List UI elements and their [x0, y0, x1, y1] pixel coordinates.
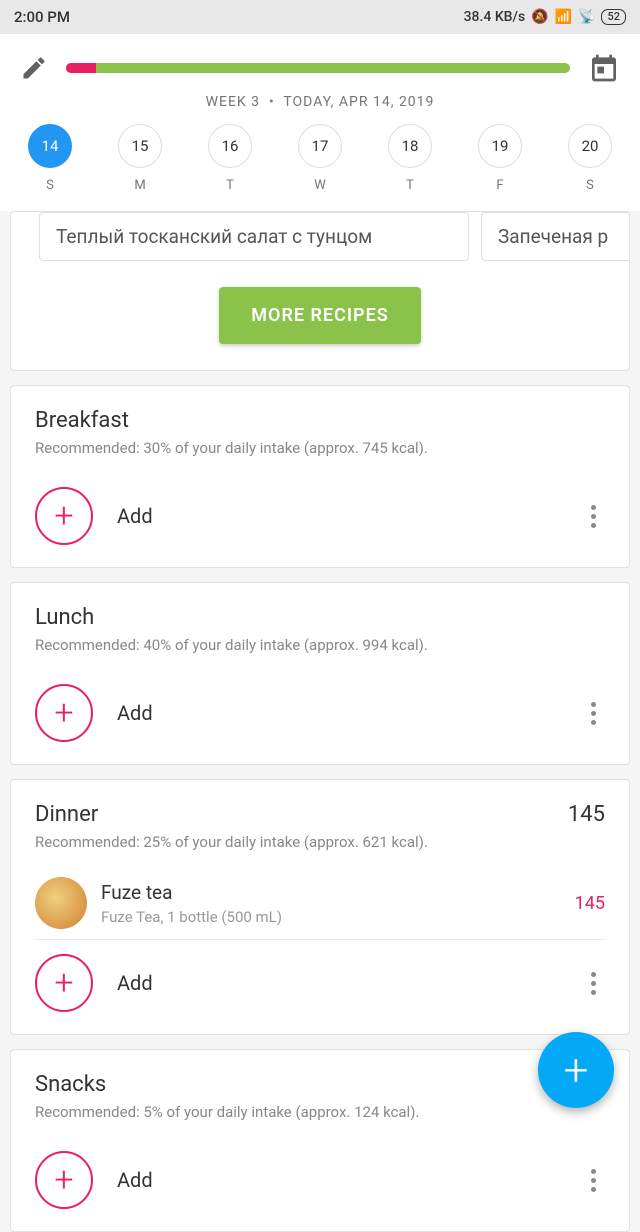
plus-icon: + [564, 1048, 589, 1092]
recipe-card[interactable]: Теплый тосканский салат с тунцом [39, 212, 469, 261]
food-name: Fuze tea [101, 881, 561, 904]
recipe-card[interactable]: Запеченая р [481, 212, 629, 261]
day-column[interactable]: 14 S [28, 124, 72, 193]
day-column[interactable]: 16 T [208, 124, 252, 193]
day-letter: T [406, 178, 414, 193]
more-options-icon[interactable] [581, 504, 605, 528]
food-row[interactable]: Fuze tea Fuze Tea, 1 bottle (500 mL) 145 [35, 867, 605, 940]
more-recipes-button[interactable]: MORE RECIPES [219, 287, 420, 344]
meal-title: Dinner [35, 802, 98, 827]
signal-icon: 📶 [555, 9, 572, 25]
recipe-section: Теплый тосканский салат с тунцомЗапечена… [10, 211, 630, 371]
meal-recommendation: Recommended: 30% of your daily intake (a… [35, 439, 605, 457]
day-letter: S [586, 178, 594, 193]
add-meal-button[interactable]: + [35, 487, 93, 545]
status-speed: 38.4 KB/s [464, 9, 526, 25]
day-circle[interactable]: 18 [388, 124, 432, 168]
add-label[interactable]: Add [117, 504, 557, 528]
recipe-cards[interactable]: Теплый тосканский салат с тунцомЗапечена… [11, 212, 629, 287]
calendar-icon[interactable] [588, 52, 620, 84]
day-circle[interactable]: 20 [568, 124, 612, 168]
add-meal-button[interactable]: + [35, 684, 93, 742]
meal-card: Lunch Recommended: 40% of your daily int… [10, 582, 630, 765]
meal-card: Snacks Recommended: 5% of your daily int… [10, 1049, 630, 1232]
food-kcal: 145 [575, 893, 605, 914]
day-circle[interactable]: 14 [28, 124, 72, 168]
add-label[interactable]: Add [117, 971, 557, 995]
day-circle[interactable]: 17 [298, 124, 342, 168]
day-letter: T [226, 178, 234, 193]
plus-icon: + [54, 1163, 73, 1197]
day-column[interactable]: 19 F [478, 124, 522, 193]
meal-recommendation: Recommended: 25% of your daily intake (a… [35, 833, 605, 851]
meal-title: Lunch [35, 605, 94, 630]
meal-title: Breakfast [35, 408, 129, 433]
day-column[interactable]: 15 M [118, 124, 162, 193]
week-text: WEEK 3 [206, 94, 260, 110]
edit-icon[interactable] [20, 54, 48, 82]
header: WEEK 3 • TODAY, APR 14, 2019 14 S 15 M 16 T 17… [0, 34, 640, 211]
day-circle[interactable]: 19 [478, 124, 522, 168]
meal-recommendation: Recommended: 40% of your daily intake (a… [35, 636, 605, 654]
date-text: TODAY, APR 14, 2019 [283, 94, 434, 110]
plus-icon: + [54, 966, 73, 1000]
food-thumb [35, 877, 87, 929]
add-meal-button[interactable]: + [35, 954, 93, 1012]
week-strip: 14 S 15 M 16 T 17 W 18 T 19 F 20 S [20, 124, 620, 211]
battery-icon: 52 [601, 9, 626, 25]
meal-card: Breakfast Recommended: 30% of your daily… [10, 385, 630, 568]
day-column[interactable]: 17 W [298, 124, 342, 193]
meal-recommendation: Recommended: 5% of your daily intake (ap… [35, 1103, 605, 1121]
day-letter: S [46, 178, 54, 193]
day-letter: W [314, 178, 326, 193]
more-options-icon[interactable] [581, 1168, 605, 1192]
wifi-icon: 📡 [578, 9, 595, 25]
day-column[interactable]: 18 T [388, 124, 432, 193]
add-label[interactable]: Add [117, 1168, 557, 1192]
day-letter: F [496, 178, 503, 193]
date-label: WEEK 3 • TODAY, APR 14, 2019 [20, 94, 620, 124]
more-options-icon[interactable] [581, 701, 605, 725]
meal-kcal: 145 [568, 802, 605, 827]
status-bar: 2:00 PM 38.4 KB/s 🔕 📶 📡 52 [0, 0, 640, 34]
food-detail: Fuze Tea, 1 bottle (500 mL) [101, 908, 561, 926]
status-time: 2:00 PM [14, 8, 70, 26]
status-right: 38.4 KB/s 🔕 📶 📡 52 [464, 9, 626, 25]
plus-icon: + [54, 696, 73, 730]
add-label[interactable]: Add [117, 701, 557, 725]
day-column[interactable]: 20 S [568, 124, 612, 193]
progress-fill [66, 63, 96, 73]
food-info: Fuze tea Fuze Tea, 1 bottle (500 mL) [101, 881, 561, 926]
add-meal-button[interactable]: + [35, 1151, 93, 1209]
meal-title: Snacks [35, 1072, 106, 1097]
day-circle[interactable]: 16 [208, 124, 252, 168]
plus-icon: + [54, 499, 73, 533]
day-letter: M [134, 178, 145, 193]
progress-bar [66, 63, 570, 73]
silent-icon: 🔕 [531, 9, 548, 25]
day-circle[interactable]: 15 [118, 124, 162, 168]
fab-add-button[interactable]: + [538, 1032, 614, 1108]
more-options-icon[interactable] [581, 971, 605, 995]
meal-card: Dinner 145 Recommended: 25% of your dail… [10, 779, 630, 1035]
